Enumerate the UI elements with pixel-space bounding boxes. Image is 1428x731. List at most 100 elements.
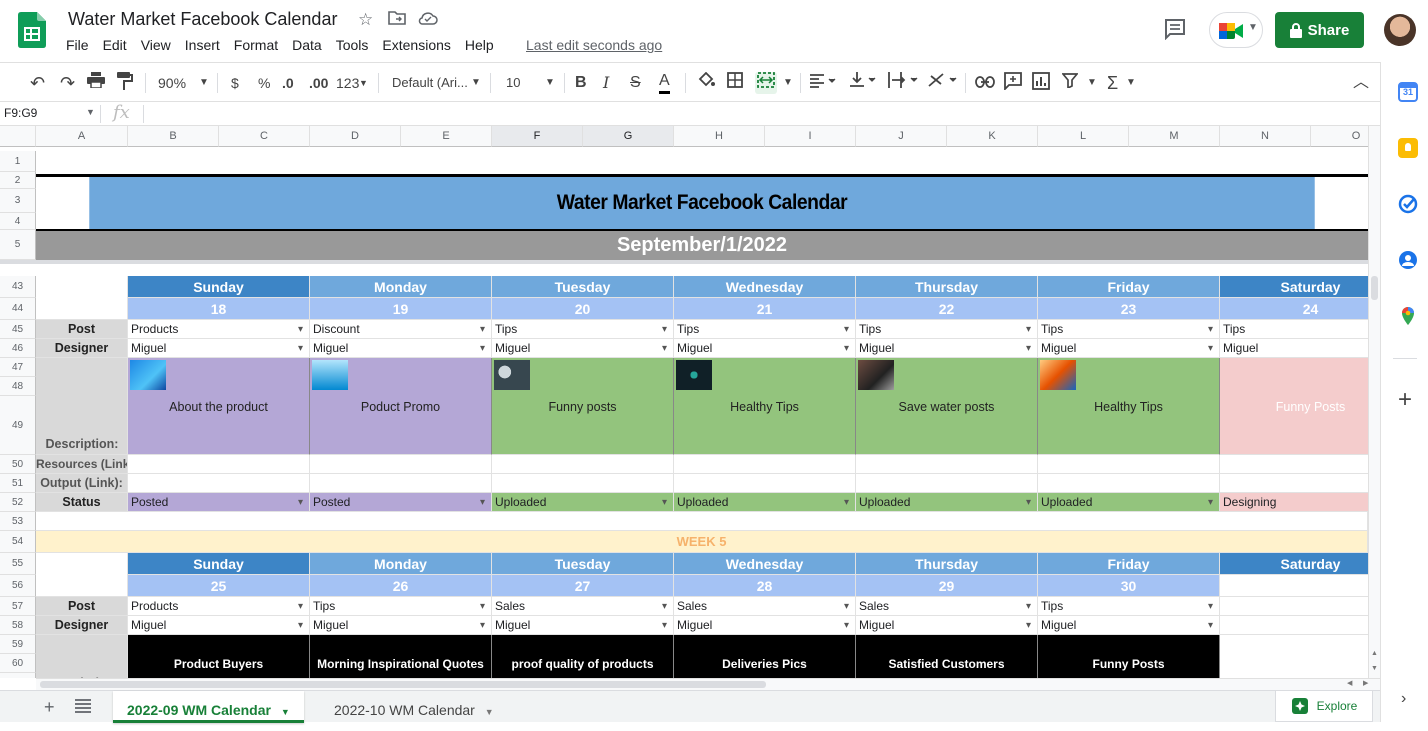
- strikethrough-icon[interactable]: S: [630, 72, 641, 94]
- borders-icon[interactable]: [727, 72, 743, 94]
- horizontal-scroll-thumb[interactable]: [40, 681, 766, 688]
- row-header-61[interactable]: 61: [0, 673, 36, 678]
- post-thumbnail-image[interactable]: [676, 360, 712, 390]
- horizontal-align-icon[interactable]: [810, 72, 836, 94]
- row-header-54[interactable]: 54: [0, 531, 36, 553]
- designer-dropdown[interactable]: Miguel: [492, 339, 674, 358]
- row-header-5[interactable]: 5: [0, 230, 36, 260]
- last-edit-link[interactable]: Last edit seconds ago: [526, 37, 662, 53]
- status-dropdown[interactable]: Uploaded: [1038, 493, 1220, 512]
- row-header-56[interactable]: 56: [0, 575, 36, 597]
- column-header-c[interactable]: C: [219, 126, 310, 147]
- undo-icon[interactable]: ↶: [30, 72, 45, 94]
- vertical-align-icon[interactable]: [850, 72, 876, 94]
- row-header-53[interactable]: 53: [0, 512, 36, 531]
- resources-link-cell[interactable]: [310, 455, 492, 474]
- post-thumbnail-image[interactable]: [312, 360, 348, 390]
- post-thumbnail-image[interactable]: [494, 360, 530, 390]
- resources-link-cell[interactable]: [856, 455, 1038, 474]
- status-dropdown[interactable]: Uploaded: [856, 493, 1038, 512]
- cloud-saved-icon[interactable]: [418, 10, 438, 30]
- column-header-k[interactable]: K: [947, 126, 1038, 147]
- percent-format-button[interactable]: %: [258, 72, 270, 94]
- add-sheet-icon[interactable]: +: [44, 697, 55, 718]
- tab-dropdown-icon[interactable]: ▼: [281, 707, 290, 717]
- scroll-right-icon[interactable]: ▶: [1363, 679, 1368, 687]
- expand-panel-icon[interactable]: ›: [1401, 690, 1406, 708]
- description-cell[interactable]: Funny Posts: [1220, 358, 1368, 455]
- vertical-scrollbar[interactable]: ▲ ▼: [1368, 126, 1380, 678]
- comment-history-icon[interactable]: [1163, 18, 1187, 41]
- increase-decimal-button[interactable]: .00: [309, 72, 328, 94]
- designer-dropdown[interactable]: Miguel: [1220, 339, 1368, 358]
- row-header-59[interactable]: 59: [0, 635, 36, 654]
- column-header-o[interactable]: O: [1311, 126, 1368, 147]
- name-box-dropdown-icon[interactable]: ▼: [86, 107, 95, 117]
- row-header-52[interactable]: 52: [0, 493, 36, 512]
- post-dropdown[interactable]: Tips: [856, 320, 1038, 339]
- insert-comment-icon[interactable]: [1004, 72, 1022, 94]
- row-header-3[interactable]: 3: [0, 189, 36, 213]
- column-header-m[interactable]: M: [1129, 126, 1220, 147]
- column-header-h[interactable]: H: [674, 126, 765, 147]
- designer-dropdown[interactable]: Miguel: [128, 616, 310, 635]
- post-thumbnail-image[interactable]: [130, 360, 166, 390]
- post-thumbnail-image[interactable]: [858, 360, 894, 390]
- row-header-57[interactable]: 57: [0, 597, 36, 616]
- resources-link-cell[interactable]: [1220, 455, 1368, 474]
- document-title[interactable]: Water Market Facebook Calendar: [68, 9, 337, 30]
- contacts-icon[interactable]: [1398, 250, 1418, 270]
- share-button[interactable]: Share: [1275, 12, 1364, 48]
- column-header-j[interactable]: J: [856, 126, 947, 147]
- print-icon[interactable]: [87, 72, 105, 94]
- row-header-46[interactable]: 46: [0, 339, 36, 358]
- resources-link-cell[interactable]: [1038, 455, 1220, 474]
- italic-icon[interactable]: I: [603, 72, 609, 94]
- designer-dropdown[interactable]: [1220, 616, 1368, 635]
- more-formats-dropdown-icon[interactable]: ▼: [359, 72, 368, 94]
- description-cell[interactable]: Satisfied Customers: [856, 635, 1038, 678]
- menu-tools[interactable]: Tools: [336, 37, 376, 53]
- row-header-4[interactable]: 4: [0, 213, 36, 230]
- status-dropdown[interactable]: Uploaded: [674, 493, 856, 512]
- menu-edit[interactable]: Edit: [103, 37, 134, 53]
- column-header-n[interactable]: N: [1220, 126, 1311, 147]
- merge-dropdown-icon[interactable]: ▼: [783, 72, 793, 94]
- status-dropdown[interactable]: Posted: [128, 493, 310, 512]
- row-header-1[interactable]: 1: [0, 151, 36, 172]
- description-cell[interactable]: Healthy Tips: [674, 358, 856, 455]
- meet-button[interactable]: ▼: [1209, 12, 1263, 48]
- designer-dropdown[interactable]: Miguel: [310, 616, 492, 635]
- row-header-58[interactable]: 58: [0, 616, 36, 635]
- designer-dropdown[interactable]: Miguel: [492, 616, 674, 635]
- font-dropdown-icon[interactable]: ▼: [471, 72, 481, 94]
- row-header-49[interactable]: 49: [0, 396, 36, 455]
- status-dropdown[interactable]: Uploaded: [492, 493, 674, 512]
- post-dropdown[interactable]: Tips: [492, 320, 674, 339]
- post-dropdown[interactable]: Products: [128, 597, 310, 616]
- maps-icon[interactable]: [1398, 306, 1418, 326]
- paint-format-icon[interactable]: [117, 72, 133, 94]
- column-header-a[interactable]: A: [36, 126, 128, 147]
- post-dropdown[interactable]: Tips: [310, 597, 492, 616]
- output-link-cell[interactable]: [310, 474, 492, 493]
- column-header-g[interactable]: G: [583, 126, 674, 147]
- insert-link-icon[interactable]: [975, 72, 995, 94]
- name-box[interactable]: F9:G9: [4, 106, 37, 120]
- scroll-up-icon[interactable]: ▲: [1371, 650, 1378, 657]
- column-header-d[interactable]: D: [310, 126, 401, 147]
- output-link-cell[interactable]: [128, 474, 310, 493]
- sheets-logo-icon[interactable]: [18, 12, 46, 48]
- designer-dropdown[interactable]: Miguel: [310, 339, 492, 358]
- currency-format-button[interactable]: $: [231, 72, 239, 94]
- sheet-tab[interactable]: 2022-10 WM Calendar ▼: [320, 691, 508, 723]
- text-color-icon[interactable]: A: [659, 72, 670, 94]
- keep-icon[interactable]: [1398, 138, 1418, 158]
- functions-icon[interactable]: Σ: [1107, 72, 1118, 94]
- corner-select-all[interactable]: [0, 126, 36, 147]
- move-folder-icon[interactable]: [388, 10, 406, 31]
- designer-dropdown[interactable]: Miguel: [856, 339, 1038, 358]
- zoom-dropdown-icon[interactable]: ▼: [199, 72, 209, 94]
- menu-help[interactable]: Help: [465, 37, 501, 53]
- horizontal-scrollbar[interactable]: ◀ ▶: [36, 678, 1380, 690]
